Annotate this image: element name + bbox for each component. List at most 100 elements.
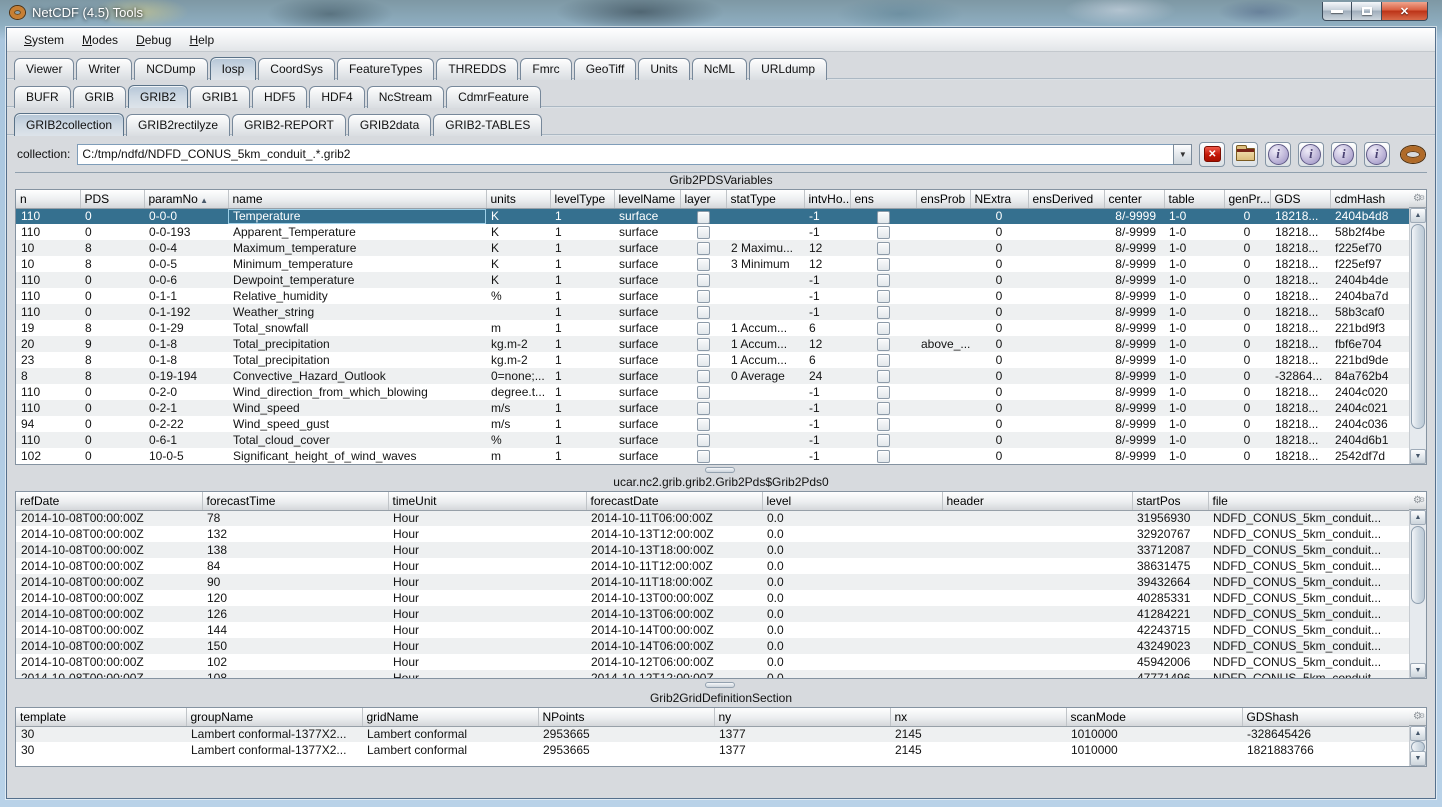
tab-units[interactable]: Units: [638, 58, 689, 80]
table-row[interactable]: 2014-10-08T00:00:00Z84Hour2014-10-11T12:…: [16, 558, 1425, 574]
checkbox[interactable]: [877, 450, 890, 463]
collection-input[interactable]: [77, 144, 1173, 165]
checkbox[interactable]: [877, 370, 890, 383]
table-row[interactable]: 1080-0-4Maximum_temperatureK1surface2 Ma…: [16, 240, 1425, 256]
clear-collection-button[interactable]: ✕: [1199, 142, 1225, 167]
table-row[interactable]: 2014-10-08T00:00:00Z102Hour2014-10-12T06…: [16, 654, 1425, 670]
column-header-level[interactable]: level: [762, 492, 942, 510]
tab-urldump[interactable]: URLdump: [749, 58, 827, 80]
column-header-gridname[interactable]: gridName: [362, 708, 538, 726]
tab-geotiff[interactable]: GeoTiff: [574, 58, 637, 80]
table-row[interactable]: 1980-1-29Total_snowfallm1surface1 Accum.…: [16, 320, 1425, 336]
tab-grib2[interactable]: GRIB2: [128, 85, 188, 108]
column-header-n[interactable]: n: [16, 190, 80, 208]
tab-coordsys[interactable]: CoordSys: [258, 58, 335, 80]
checkbox[interactable]: [697, 370, 710, 383]
table-row[interactable]: 30Lambert conformal-1377X2...Lambert con…: [16, 726, 1425, 742]
checkbox[interactable]: [877, 258, 890, 271]
tab-iosp[interactable]: Iosp: [210, 57, 257, 80]
column-header-ensprob[interactable]: ensProb: [916, 190, 970, 208]
scroll-up-button[interactable]: ▲: [1410, 726, 1426, 741]
menu-modes[interactable]: Modes: [73, 30, 127, 50]
tab-grib1[interactable]: GRIB1: [190, 86, 250, 108]
table-row[interactable]: 2014-10-08T00:00:00Z138Hour2014-10-13T18…: [16, 542, 1425, 558]
checkbox[interactable]: [697, 242, 710, 255]
column-header-timeunit[interactable]: timeUnit: [388, 492, 586, 510]
column-header-paramno[interactable]: paramNo ▲: [144, 190, 228, 208]
scroll-down-button[interactable]: ▼: [1410, 449, 1426, 464]
table-row[interactable]: 2014-10-08T00:00:00Z150Hour2014-10-14T06…: [16, 638, 1425, 654]
tab-hdf4[interactable]: HDF4: [309, 86, 364, 108]
column-header-name[interactable]: name: [228, 190, 486, 208]
checkbox[interactable]: [877, 322, 890, 335]
info-button-3[interactable]: i: [1331, 142, 1357, 167]
menu-help[interactable]: Help: [180, 30, 223, 50]
scroll-down-button[interactable]: ▼: [1410, 663, 1426, 678]
checkbox[interactable]: [697, 290, 710, 303]
checkbox[interactable]: [697, 258, 710, 271]
divider-handle[interactable]: [705, 467, 735, 473]
info-button-2[interactable]: i: [1298, 142, 1324, 167]
checkbox[interactable]: [697, 386, 710, 399]
scroll-down-button[interactable]: ▼: [1410, 751, 1426, 766]
checkbox[interactable]: [697, 226, 710, 239]
checkbox[interactable]: [697, 211, 710, 224]
tab-ncml[interactable]: NcML: [692, 58, 747, 80]
table-options-gear-icon[interactable]: ⚙⚙: [1409, 492, 1426, 510]
table-row[interactable]: 30Lambert conformal-1377X2...Lambert con…: [16, 742, 1425, 758]
title-bar[interactable]: NetCDF (4.5) Tools ✕: [0, 0, 1442, 27]
table-row[interactable]: 2014-10-08T00:00:00Z120Hour2014-10-13T00…: [16, 590, 1425, 606]
tab-hdf5[interactable]: HDF5: [252, 86, 307, 108]
table-row[interactable]: 9400-2-22Wind_speed_gustm/s1surface-108/…: [16, 416, 1425, 432]
checkbox[interactable]: [697, 450, 710, 463]
column-header-groupname[interactable]: groupName: [186, 708, 362, 726]
column-header-leveltype[interactable]: levelType: [550, 190, 614, 208]
tab-featuretypes[interactable]: FeatureTypes: [337, 58, 434, 80]
column-header-pds[interactable]: PDS: [80, 190, 144, 208]
tab-grib2rectilyze[interactable]: GRIB2rectilyze: [126, 114, 230, 136]
checkbox[interactable]: [877, 306, 890, 319]
info-button-1[interactable]: i: [1265, 142, 1291, 167]
checkbox[interactable]: [877, 402, 890, 415]
tab-ncdump[interactable]: NCDump: [134, 58, 207, 80]
tab-ncstream[interactable]: NcStream: [367, 86, 444, 108]
table-row[interactable]: 11000-0-193Apparent_TemperatureK1surface…: [16, 224, 1425, 240]
column-header-levelname[interactable]: levelName: [614, 190, 680, 208]
checkbox[interactable]: [877, 211, 890, 224]
column-header-intvho-[interactable]: intvHo...: [804, 190, 850, 208]
table-row[interactable]: 2014-10-08T00:00:00Z78Hour2014-10-11T06:…: [16, 510, 1425, 526]
column-header-gdshash[interactable]: GDShash: [1242, 708, 1425, 726]
table-row[interactable]: 2014-10-08T00:00:00Z90Hour2014-10-11T18:…: [16, 574, 1425, 590]
tab-grib2-report[interactable]: GRIB2-REPORT: [232, 114, 346, 136]
table-row[interactable]: 11000-2-1Wind_speedm/s1surface-108/-9999…: [16, 400, 1425, 416]
checkbox[interactable]: [877, 242, 890, 255]
column-header-genpr-[interactable]: genPr...: [1224, 190, 1270, 208]
column-header-nx[interactable]: nx: [890, 708, 1066, 726]
column-header-table[interactable]: table: [1164, 190, 1224, 208]
tab-grib2collection[interactable]: GRIB2collection: [14, 113, 124, 136]
table-row[interactable]: 11000-1-1Relative_humidity%1surface-108/…: [16, 288, 1425, 304]
table-options-gear-icon[interactable]: ⚙⚙: [1409, 190, 1426, 208]
column-header-startpos[interactable]: startPos: [1132, 492, 1208, 510]
column-header-forecasttime[interactable]: forecastTime: [202, 492, 388, 510]
checkbox[interactable]: [697, 434, 710, 447]
tab-cdmrfeature[interactable]: CdmrFeature: [446, 86, 541, 108]
table-row[interactable]: 11000-6-1Total_cloud_cover%1surface-108/…: [16, 432, 1425, 448]
column-header-nextra[interactable]: NExtra: [970, 190, 1028, 208]
scroll-up-button[interactable]: ▲: [1410, 510, 1426, 525]
table-row[interactable]: 2014-10-08T00:00:00Z132Hour2014-10-13T12…: [16, 526, 1425, 542]
tab-bufr[interactable]: BUFR: [14, 86, 71, 108]
column-header-refdate[interactable]: refDate: [16, 492, 202, 510]
column-header-forecastdate[interactable]: forecastDate: [586, 492, 762, 510]
table-row[interactable]: 2380-1-8Total_precipitationkg.m-21surfac…: [16, 352, 1425, 368]
checkbox[interactable]: [877, 354, 890, 367]
checkbox[interactable]: [877, 274, 890, 287]
column-header-center[interactable]: center: [1104, 190, 1164, 208]
checkbox[interactable]: [697, 274, 710, 287]
column-header-file[interactable]: file: [1208, 492, 1425, 510]
scrollbar-thumb[interactable]: [1411, 526, 1425, 604]
table-row[interactable]: 11000-0-6Dewpoint_temperatureK1surface-1…: [16, 272, 1425, 288]
table-row[interactable]: 11000-2-0Wind_direction_from_which_blowi…: [16, 384, 1425, 400]
table-row[interactable]: 2014-10-08T00:00:00Z108Hour2014-10-12T12…: [16, 670, 1425, 679]
tab-grib[interactable]: GRIB: [73, 86, 126, 108]
